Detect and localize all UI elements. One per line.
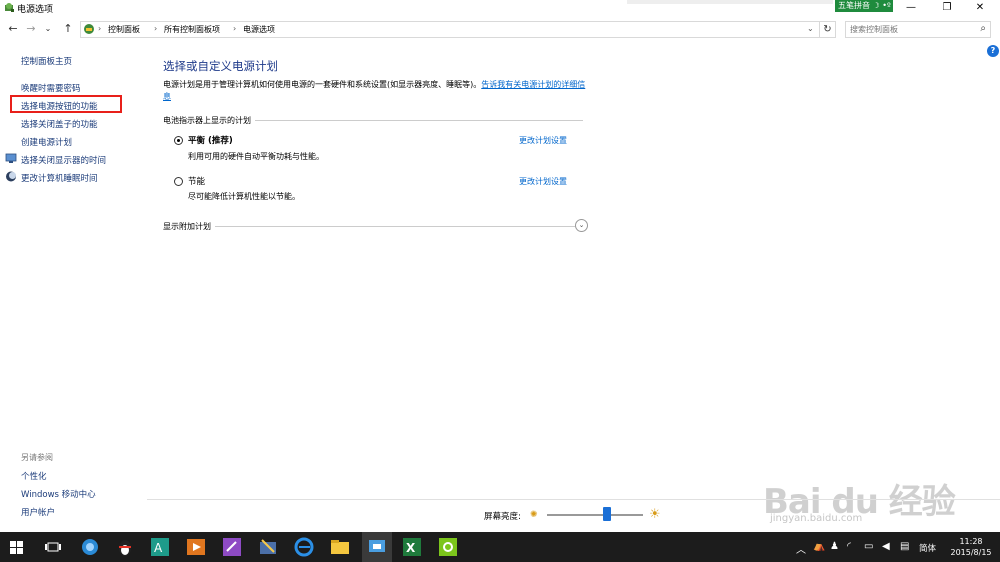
battery-icon[interactable]: ▭ bbox=[864, 541, 873, 552]
group-label: 电池指示器上显示的计划 bbox=[163, 115, 255, 126]
svg-text:A: A bbox=[154, 541, 163, 555]
chevron-right-icon: › bbox=[98, 24, 102, 33]
moon-icon: ☽ •º bbox=[872, 1, 891, 10]
clock-time: 11:28 bbox=[959, 537, 983, 546]
address-bar[interactable]: › 控制面板 › 所有控制面板项 › 电源选项 ⌄ bbox=[80, 21, 820, 38]
sidebar-home-link[interactable]: 控制面板主页 bbox=[21, 55, 72, 67]
text-editor-icon[interactable]: A bbox=[149, 536, 171, 558]
wifi-icon[interactable]: ◜ bbox=[847, 541, 851, 552]
chevron-down-icon[interactable]: ⌄ bbox=[807, 24, 814, 33]
sidebar-link-sleep[interactable]: 更改计算机睡眠时间 bbox=[21, 172, 98, 184]
tray-app-icon[interactable]: ⛺ bbox=[813, 541, 825, 552]
sidebar-link-wake-password[interactable]: 唤醒时需要密码 bbox=[21, 82, 81, 94]
back-arrow-icon[interactable]: ← bbox=[6, 21, 20, 37]
onenote-icon[interactable] bbox=[221, 536, 243, 558]
see-also-user-accounts[interactable]: 用户帐户 bbox=[21, 506, 55, 518]
highlight-box bbox=[10, 95, 122, 113]
title-bar-shadow bbox=[627, 0, 833, 4]
page-description: 电源计划是用于管理计算机如何使用电源的一套硬件和系统设置(如显示器亮度、睡眠等)… bbox=[163, 79, 593, 103]
tray-penguin-icon[interactable]: ♟ bbox=[830, 541, 839, 552]
clock-date: 2015/8/15 bbox=[950, 548, 992, 557]
ime-simplified-label[interactable]: 简体 bbox=[919, 542, 936, 554]
extra-plans-divider bbox=[163, 226, 575, 227]
settings-app-icon[interactable] bbox=[437, 536, 459, 558]
taskbar: A X ︿ ⛺ ♟ ◜ ▭ ◀ ▤ 简体 11:28 2015/8/15 bbox=[0, 532, 1000, 562]
chevron-right-icon: › bbox=[154, 24, 158, 33]
media-player-icon[interactable] bbox=[185, 536, 207, 558]
breadcrumb-power-options[interactable]: 电源选项 bbox=[243, 24, 275, 35]
search-icon[interactable]: ⌕ bbox=[980, 23, 986, 34]
browser-ball-icon[interactable] bbox=[79, 536, 101, 558]
description-text: 电源计划是用于管理计算机如何使用电源的一套硬件和系统设置(如显示器亮度、睡眠等)… bbox=[163, 80, 482, 89]
search-input[interactable] bbox=[846, 22, 974, 37]
ime-label: 五笔拼音 bbox=[838, 1, 870, 10]
plan-settings-link-power-saver[interactable]: 更改计划设置 bbox=[519, 176, 567, 187]
ime-indicator[interactable]: 五笔拼音 ☽ •º bbox=[835, 0, 893, 12]
brightness-slider-thumb[interactable] bbox=[603, 507, 612, 521]
refresh-icon[interactable]: ↻ bbox=[820, 21, 836, 38]
chevron-down-icon[interactable]: ⌄ bbox=[575, 219, 588, 232]
watermark-url: jingyan.baidu.com bbox=[770, 513, 863, 524]
see-also-mobility-center[interactable]: Windows 移动中心 bbox=[21, 488, 96, 500]
see-also-personalize[interactable]: 个性化 bbox=[21, 470, 47, 482]
plan-radio-balanced[interactable] bbox=[174, 136, 183, 145]
qq-penguin-icon[interactable] bbox=[114, 536, 136, 558]
brightness-divider bbox=[147, 499, 1000, 500]
clock[interactable]: 11:28 2015/8/15 bbox=[948, 536, 994, 558]
windows-start-icon[interactable] bbox=[10, 541, 23, 554]
volume-icon[interactable]: ◀ bbox=[882, 541, 890, 552]
window-title: 电源选项 bbox=[17, 5, 54, 15]
chevron-right-icon: › bbox=[233, 24, 237, 33]
plan-desc-balanced: 利用可用的硬件自动平衡功耗与性能。 bbox=[188, 152, 324, 161]
plan-settings-link-balanced[interactable]: 更改计划设置 bbox=[519, 135, 567, 146]
close-button[interactable]: ✕ bbox=[965, 0, 995, 16]
up-arrow-icon[interactable]: ↑ bbox=[61, 21, 75, 37]
plan-radio-power-saver[interactable] bbox=[174, 177, 183, 186]
monitor-icon bbox=[5, 153, 17, 163]
plan-name-power-saver[interactable]: 节能 bbox=[188, 175, 205, 187]
task-view-icon[interactable] bbox=[42, 536, 64, 558]
sidebar-link-create-plan[interactable]: 创建电源计划 bbox=[21, 136, 72, 148]
breadcrumb-control-panel[interactable]: 控制面板 bbox=[108, 24, 140, 35]
brightness-label: 屏幕亮度: bbox=[484, 512, 521, 522]
sun-dim-icon: ✺ bbox=[530, 510, 538, 520]
tools-icon[interactable] bbox=[257, 536, 279, 558]
restore-button[interactable]: ❐ bbox=[932, 0, 962, 16]
extra-plans-label[interactable]: 显示附加计划 bbox=[163, 221, 215, 232]
file-explorer-icon[interactable] bbox=[329, 536, 351, 558]
see-also-title: 另请参阅 bbox=[21, 453, 53, 462]
control-panel-icon bbox=[84, 24, 94, 34]
sidebar-link-lid[interactable]: 选择关闭盖子的功能 bbox=[21, 118, 98, 130]
power-options-icon bbox=[5, 3, 14, 12]
excel-icon[interactable]: X bbox=[401, 536, 423, 558]
brightness-slider[interactable] bbox=[547, 514, 643, 516]
plan-name-balanced[interactable]: 平衡 (推荐) bbox=[188, 134, 233, 146]
minimize-button[interactable]: — bbox=[896, 0, 926, 16]
help-icon[interactable]: ? bbox=[987, 45, 999, 57]
search-box[interactable]: ⌕ bbox=[845, 21, 991, 38]
sun-bright-icon: ☀ bbox=[649, 507, 661, 522]
tray-chevron-up-icon[interactable]: ︿ bbox=[796, 541, 806, 556]
plan-desc-power-saver: 尽可能降低计算机性能以节能。 bbox=[188, 192, 300, 201]
svg-text:X: X bbox=[406, 541, 416, 555]
recent-chevron-icon[interactable]: ⌄ bbox=[41, 21, 55, 37]
notification-icon[interactable]: ▤ bbox=[900, 541, 909, 552]
page-title: 选择或自定义电源计划 bbox=[163, 59, 278, 73]
sidebar-link-display-off[interactable]: 选择关闭显示器的时间 bbox=[21, 154, 106, 166]
breadcrumb-all-items[interactable]: 所有控制面板项 bbox=[164, 24, 220, 35]
moon-sleep-icon bbox=[6, 171, 16, 182]
control-panel-taskbar-icon[interactable] bbox=[366, 536, 388, 558]
edge-browser-icon[interactable] bbox=[293, 536, 315, 558]
forward-arrow-icon[interactable]: → bbox=[24, 21, 38, 37]
